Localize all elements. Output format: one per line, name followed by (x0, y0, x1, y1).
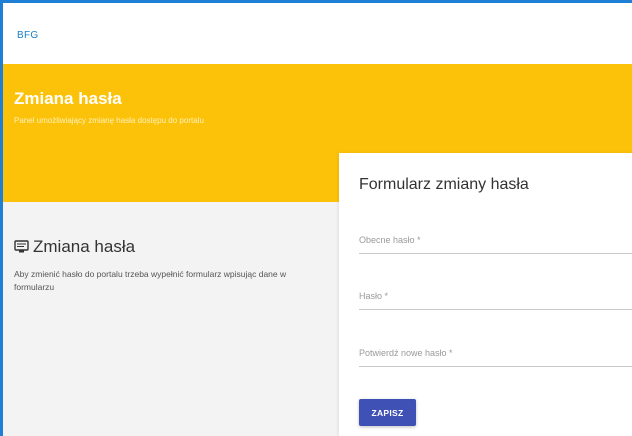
current-password-input[interactable] (359, 227, 632, 253)
confirm-password-field (359, 340, 632, 367)
app-window: BFG Zmiana hasła Panel umożliwiający zmi… (0, 0, 632, 436)
password-form-card: Formularz zmiany hasła ZAPISZ (339, 153, 632, 436)
info-title: Zmiana hasła (33, 237, 136, 256)
banner-subtitle: Panel umożliwiający zmianę hasła dostępu… (14, 116, 204, 125)
top-bar: BFG (3, 3, 632, 64)
confirm-password-input[interactable] (359, 340, 632, 366)
info-panel: Zmiana hasła Aby zmienić hasło do portal… (3, 202, 339, 436)
current-password-field (359, 227, 632, 254)
banner-title: Zmiana hasła (14, 89, 122, 108)
info-heading: Zmiana hasła (14, 237, 135, 257)
brand-logo[interactable]: BFG (17, 30, 38, 41)
save-button[interactable]: ZAPISZ (359, 399, 416, 426)
new-password-field (359, 283, 632, 310)
info-description: Aby zmienić hasło do portalu trzeba wype… (14, 269, 287, 292)
form-title: Formularz zmiany hasła (359, 176, 529, 193)
monitor-icon (14, 240, 29, 254)
new-password-input[interactable] (359, 283, 632, 309)
